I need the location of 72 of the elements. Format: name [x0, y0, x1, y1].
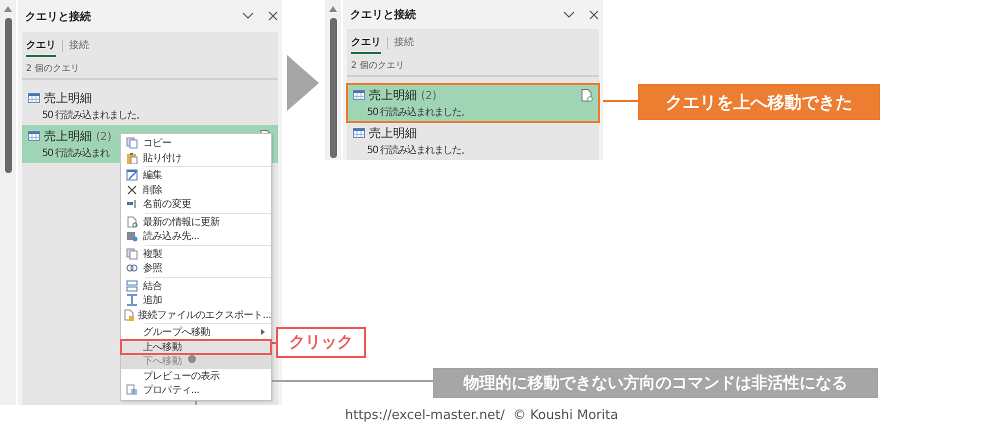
edit-icon	[126, 169, 138, 182]
document-refresh-icon	[581, 88, 593, 102]
query-status: 50 行読み込まれました。	[366, 106, 470, 119]
menu-item[interactable]: 追加	[121, 293, 271, 308]
callout: クリック	[276, 327, 366, 358]
menu-item[interactable]: 参照	[121, 261, 271, 276]
menu-item[interactable]: 複製	[121, 246, 271, 261]
query-name: 売上明細	[369, 86, 417, 104]
menu-item[interactable]: グループへ移動	[121, 325, 271, 340]
menu-item[interactable]: プレビューの表示	[121, 368, 271, 383]
x-icon	[126, 184, 138, 196]
arrow-icon	[287, 55, 319, 111]
merge-icon	[126, 280, 138, 292]
link-icon	[126, 262, 138, 274]
menu-item[interactable]: 読み込み先...	[121, 229, 271, 244]
menu-item[interactable]: 上へ移動	[121, 340, 271, 354]
query-count: 2 個のクエリ	[350, 60, 406, 73]
document-export-icon	[123, 308, 136, 321]
menu-item[interactable]: 削除	[121, 182, 271, 197]
table-icon	[353, 128, 365, 138]
tab[interactable]: 接続	[69, 36, 89, 56]
query-name: 売上明細	[44, 90, 92, 106]
credit-text: https://excel-master.net/ © Koushi Morita	[345, 408, 618, 423]
query-status: 50 行読み込まれました。	[366, 144, 470, 157]
table-icon	[28, 93, 40, 103]
chevron-down-icon	[242, 12, 254, 20]
close-icon	[268, 11, 278, 21]
tab[interactable]: クエリ	[351, 32, 381, 54]
query-count: 2 個のクエリ	[25, 63, 81, 76]
query-name: 売上明細	[44, 128, 92, 144]
table-icon	[353, 90, 365, 100]
menu-item[interactable]: 接続ファイルのエクスポート...	[121, 308, 271, 322]
database-icon	[126, 230, 138, 242]
query-suffix: (2)	[96, 130, 112, 142]
callout: クエリを上へ移動できた	[638, 84, 880, 120]
properties-icon	[126, 384, 138, 396]
copy-icon	[126, 137, 138, 150]
scroll-thumb[interactable]	[4, 18, 12, 173]
callout: 物理的に移動できない方向のコマンドは非活性になる	[433, 368, 878, 398]
menu-item[interactable]: 貼り付け	[121, 150, 271, 165]
scroll-up-icon	[4, 6, 12, 12]
append-icon	[126, 294, 138, 306]
scrollbar[interactable]	[0, 0, 18, 405]
menu-item[interactable]: 結合	[121, 278, 271, 293]
menu-item[interactable]: 編集	[121, 168, 271, 182]
query-item[interactable]: 売上明細 50 行読み込まれました。	[347, 122, 599, 160]
tab[interactable]: 接続	[394, 32, 414, 54]
menu-item[interactable]: 最新の情報に更新	[121, 214, 271, 229]
menu-item[interactable]: コピー	[121, 136, 271, 150]
rename-icon	[126, 198, 138, 210]
clipboard-icon	[126, 152, 138, 164]
pane-title: クエリと接続	[350, 7, 417, 22]
query-item[interactable]: 売上明細 (2) 50 行読み込まれました。	[347, 84, 599, 122]
query-status: 50 行読み込まれました。	[41, 108, 145, 122]
query-suffix: (2)	[421, 88, 437, 102]
close-icon	[589, 10, 599, 20]
tab[interactable]: クエリ	[26, 36, 56, 56]
pane-title: クエリと接続	[25, 8, 92, 24]
query-status: 50 行読み込まれ	[41, 146, 109, 160]
pointer-dot-icon	[187, 354, 197, 364]
table-icon	[28, 131, 40, 141]
scrollbar[interactable]	[325, 0, 343, 160]
menu-item[interactable]: プロパティ...	[121, 383, 271, 398]
document-refresh-icon	[126, 216, 138, 228]
duplicate-icon	[126, 248, 138, 260]
menu-item[interactable]: 名前の変更	[121, 197, 271, 212]
query-item[interactable]: 売上明細 50 行読み込まれました。	[22, 87, 278, 125]
chevron-down-icon	[563, 10, 575, 18]
scroll-up-icon	[329, 6, 337, 12]
leader-line	[603, 100, 638, 102]
scroll-thumb[interactable]	[330, 18, 336, 158]
query-name: 売上明細	[369, 124, 417, 142]
